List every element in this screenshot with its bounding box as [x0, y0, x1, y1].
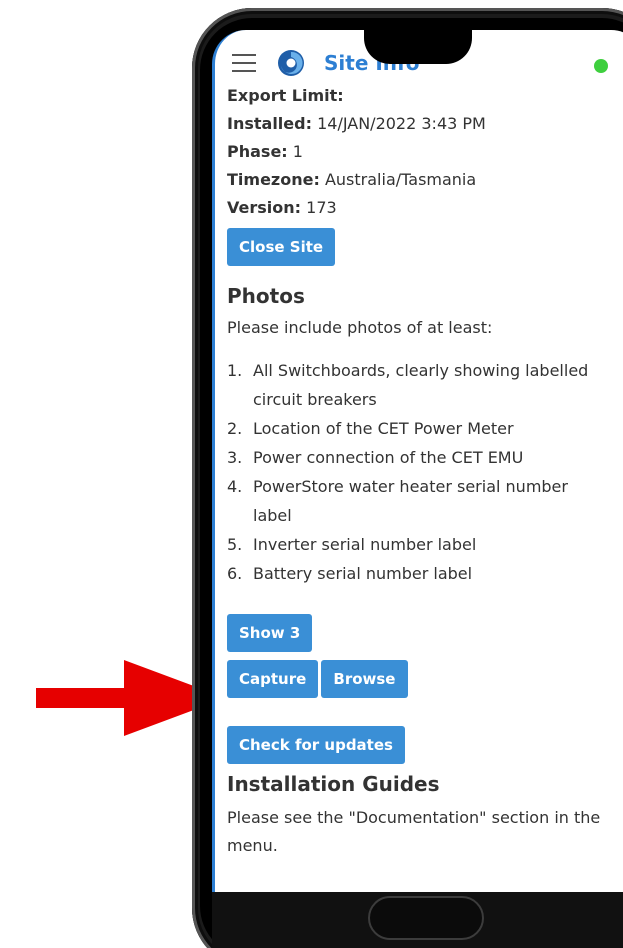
- list-text: All Switchboards, clearly showing labell…: [253, 361, 589, 409]
- list-number: 6.: [227, 564, 243, 583]
- list-text: Battery serial number label: [253, 564, 473, 583]
- phase-row: Phase: 1: [227, 138, 607, 166]
- list-item: 3. Power connection of the CET EMU: [227, 443, 607, 472]
- hamburger-icon[interactable]: [232, 54, 256, 72]
- export-limit-label: Export Limit:: [227, 86, 344, 105]
- list-text: Inverter serial number label: [253, 535, 477, 554]
- list-item: 4. PowerStore water heater serial number…: [227, 472, 607, 530]
- photos-heading: Photos: [227, 284, 305, 308]
- phase-label: Phase:: [227, 142, 288, 161]
- export-limit-row: Export Limit:: [227, 82, 607, 110]
- list-number: 1.: [227, 361, 243, 380]
- browse-button[interactable]: Browse: [321, 660, 408, 698]
- timezone-value: Australia/Tasmania: [324, 170, 477, 189]
- list-item: 2. Location of the CET Power Meter: [227, 414, 607, 443]
- list-text: PowerStore water heater serial number la…: [253, 477, 568, 525]
- list-number: 2.: [227, 419, 243, 438]
- home-button[interactable]: [368, 896, 484, 940]
- version-value: 173: [306, 198, 337, 217]
- check-updates-button[interactable]: Check for updates: [227, 726, 405, 764]
- phone-notch: [364, 24, 472, 64]
- list-item: 5. Inverter serial number label: [227, 530, 607, 559]
- list-item: 6. Battery serial number label: [227, 559, 607, 588]
- phase-value: 1: [292, 142, 303, 161]
- version-row: Version: 173: [227, 194, 607, 222]
- check-updates-wrap: Check for updates: [227, 726, 607, 764]
- list-text: Power connection of the CET EMU: [253, 448, 524, 467]
- timezone-row: Timezone: Australia/Tasmania: [227, 166, 607, 194]
- site-info-content: Export Limit: Installed: 14/JAN/2022 3:4…: [227, 82, 607, 860]
- capture-button[interactable]: Capture: [227, 660, 319, 698]
- version-label: Version:: [227, 198, 302, 217]
- installation-guides-text: Please see the "Documentation" section i…: [227, 808, 601, 855]
- close-site-button[interactable]: Close Site: [227, 228, 336, 266]
- show-wrap: Show 3: [227, 614, 607, 652]
- installed-value: 14/JAN/2022 3:43 PM: [317, 114, 486, 133]
- list-number: 3.: [227, 448, 243, 467]
- installed-label: Installed:: [227, 114, 312, 133]
- screenshot-stage: Site Info Export Limit: Installed: 14/JA…: [0, 0, 623, 948]
- list-number: 5.: [227, 535, 243, 554]
- photos-intro: Please include photos of at least:: [227, 318, 493, 337]
- close-site-wrap: Close Site: [227, 228, 607, 266]
- timezone-label: Timezone:: [227, 170, 320, 189]
- show-photos-button[interactable]: Show 3: [227, 614, 313, 652]
- connection-status-icon: [594, 59, 608, 73]
- photo-actions: Capture Browse: [227, 660, 607, 698]
- photo-requirements-list: 1. All Switchboards, clearly showing lab…: [227, 356, 607, 588]
- installation-guides-heading: Installation Guides: [227, 772, 440, 796]
- list-item: 1. All Switchboards, clearly showing lab…: [227, 356, 607, 414]
- swirl-logo-icon: [278, 50, 304, 76]
- list-number: 4.: [227, 477, 243, 496]
- installed-row: Installed: 14/JAN/2022 3:43 PM: [227, 110, 607, 138]
- list-text: Location of the CET Power Meter: [253, 419, 514, 438]
